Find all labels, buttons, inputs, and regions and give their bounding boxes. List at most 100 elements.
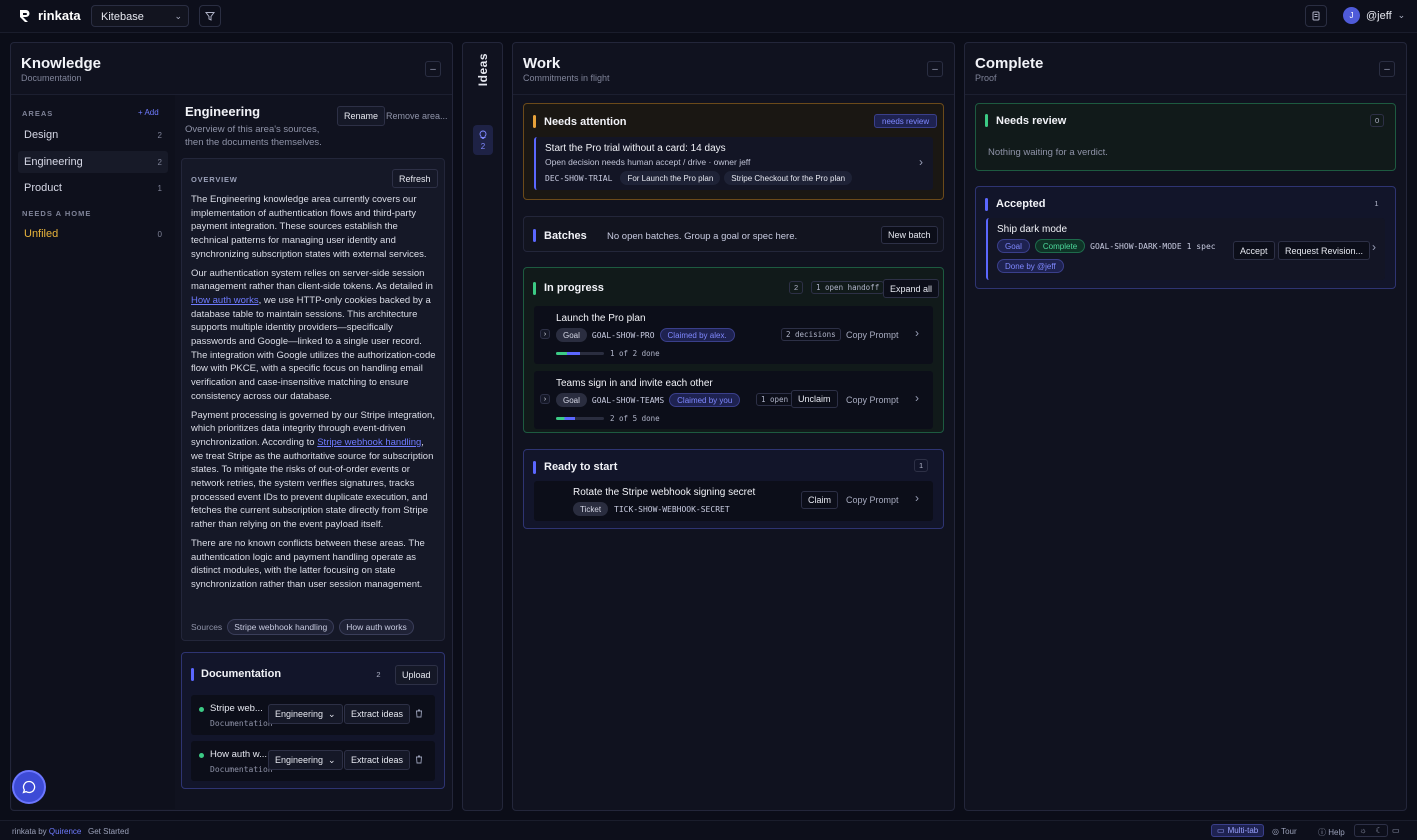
item-title: Teams sign in and invite each other <box>556 378 713 389</box>
ideas-strip[interactable]: Ideas 2 <box>462 42 503 811</box>
area-count: 2 <box>157 130 162 140</box>
chevron-down-icon: ⌄ <box>1397 10 1406 20</box>
panel-subtitle: Documentation <box>21 73 82 83</box>
app-logo[interactable]: rinkata <box>19 8 81 23</box>
expand-toggle[interactable]: › <box>540 329 550 339</box>
minus-icon: – <box>1384 63 1390 75</box>
item-title: Start the Pro trial without a card: 14 d… <box>545 143 726 154</box>
link-stripe-webhook-handling[interactable]: Stripe webhook handling <box>317 437 421 448</box>
chat-button[interactable] <box>12 770 46 804</box>
section-accent <box>533 282 536 295</box>
decision-code: DEC-SHOW-TRIAL <box>545 173 613 183</box>
feedback-icon[interactable]: ▭ <box>1392 826 1400 835</box>
select-value: Engineering <box>275 709 324 719</box>
goal-item[interactable]: › Launch the Pro plan Goal GOAL-SHOW-PRO… <box>534 306 933 364</box>
tour-label: Tour <box>1281 827 1297 836</box>
upload-button[interactable]: Upload <box>395 665 438 685</box>
collapse-button[interactable]: – <box>425 61 441 77</box>
tour-button[interactable]: ◎ Tour <box>1272 827 1297 836</box>
batches-card: Batches No open batches. Group a goal or… <box>523 216 944 252</box>
ticket-code: TICK-SHOW-WEBHOOK-SECRET <box>614 504 730 514</box>
minus-icon: – <box>932 63 938 75</box>
collapse-button[interactable]: – <box>927 61 943 77</box>
in-progress-count: 2 <box>789 281 804 294</box>
goal-code: GOAL-SHOW-PRO <box>591 330 655 340</box>
needs-attention-card: Needs attention needs review Start the P… <box>523 103 944 200</box>
item-title: Rotate the Stripe webhook signing secret <box>573 487 756 498</box>
request-revision-button[interactable]: Request Revision... <box>1278 241 1371 260</box>
accepted-item[interactable]: Ship dark mode Goal Complete GOAL-SHOW-D… <box>986 218 1385 280</box>
trash-icon[interactable] <box>415 755 423 764</box>
unclaim-button[interactable]: Unclaim <box>791 390 838 408</box>
goal-item[interactable]: › Teams sign in and invite each other Go… <box>534 371 933 429</box>
tag-chip[interactable]: For Launch the Pro plan <box>620 171 721 185</box>
area-item-product[interactable]: Product 1 <box>18 177 168 199</box>
panel-title: Work <box>523 55 561 72</box>
area-count: 0 <box>157 229 162 239</box>
get-started-link[interactable]: Get Started <box>88 827 129 836</box>
area-label: Engineering <box>24 156 83 168</box>
add-area-link[interactable]: + Add <box>138 108 159 117</box>
footer: rinkata by Quirence Get Started ▭ Multi-t… <box>0 820 1417 840</box>
expand-all-button[interactable]: Expand all <box>883 279 940 298</box>
document-name: Stripe web... <box>210 703 263 714</box>
rename-button[interactable]: Rename <box>337 106 386 126</box>
ready-to-start-card: Ready to start 1 Rotate the Stripe webho… <box>523 449 944 529</box>
notes-button[interactable] <box>1305 5 1327 27</box>
document-row[interactable]: How auth w... Documentation Engineering ⌄… <box>191 741 435 781</box>
new-batch-button[interactable]: New batch <box>881 226 938 244</box>
extract-ideas-button[interactable]: Extract ideas <box>344 704 411 724</box>
section-accent <box>533 229 536 242</box>
chevron-right-icon: › <box>1372 240 1376 254</box>
type-badge: Ticket <box>573 502 609 516</box>
decision-item[interactable]: Start the Pro trial without a card: 14 d… <box>534 137 933 190</box>
item-tags: Goal GOAL-SHOW-TEAMS Claimed by you <box>556 393 741 407</box>
area-select[interactable]: Engineering ⌄ <box>268 704 343 724</box>
tag-chip[interactable]: Stripe Checkout for the Pro plan <box>724 171 853 185</box>
trash-icon[interactable] <box>415 709 423 718</box>
copy-prompt-button[interactable]: Copy Prompt <box>846 330 899 340</box>
copy-prompt-button[interactable]: Copy Prompt <box>846 495 899 505</box>
help-button[interactable]: ⓘ Help <box>1318 827 1345 838</box>
remove-area-button[interactable]: Remove area... <box>386 111 448 121</box>
source-chip[interactable]: How auth works <box>339 619 414 635</box>
progress-fill <box>556 417 576 420</box>
collapse-button[interactable]: – <box>1379 61 1395 77</box>
needs-review-badge: needs review <box>874 114 938 128</box>
theme-toggle[interactable]: ☼ ☾ <box>1354 824 1388 837</box>
link-how-auth-works[interactable]: How auth works <box>191 295 259 306</box>
chevron-down-icon: ⌄ <box>328 708 336 719</box>
area-item-design[interactable]: Design 2 <box>18 124 168 146</box>
workspace-select[interactable]: Kitebase ⌄ <box>91 5 189 27</box>
area-select[interactable]: Engineering ⌄ <box>268 750 343 770</box>
app-name: rinkata <box>38 8 81 23</box>
item-tags: Goal Complete GOAL-SHOW-DARK-MODE 1 spec <box>997 239 1216 253</box>
moon-icon[interactable]: ☾ <box>1375 826 1382 835</box>
copy-prompt-button[interactable]: Copy Prompt <box>846 395 899 405</box>
multitab-label: Multi-tab <box>1227 826 1259 835</box>
select-value: Engineering <box>275 755 324 765</box>
batches-empty-text: No open batches. Group a goal or spec he… <box>607 231 798 242</box>
filter-button[interactable] <box>199 5 221 27</box>
complete-badge: Complete <box>1034 239 1086 253</box>
ideas-label: Ideas <box>476 53 490 87</box>
top-bar: rinkata Kitebase ⌄ J @jeff ⌄ <box>0 0 1417 33</box>
accept-button[interactable]: Accept <box>1233 241 1275 260</box>
refresh-button[interactable]: Refresh <box>392 169 438 188</box>
user-menu[interactable]: J @jeff ⌄ <box>1343 7 1405 24</box>
area-item-unfiled[interactable]: Unfiled 0 <box>18 223 168 245</box>
ideas-badge[interactable]: 2 <box>473 125 493 155</box>
claim-button[interactable]: Claim <box>801 491 839 509</box>
brand-link[interactable]: Quirence <box>49 827 81 836</box>
source-chip[interactable]: Stripe webhook handling <box>227 619 335 635</box>
section-accent <box>533 115 536 128</box>
expand-toggle[interactable]: › <box>540 394 550 404</box>
multitab-button[interactable]: ▭ Multi-tab <box>1211 824 1265 837</box>
sun-icon[interactable]: ☼ <box>1359 826 1366 835</box>
divider <box>965 94 1406 95</box>
area-item-engineering[interactable]: Engineering 2 <box>18 151 168 173</box>
document-row[interactable]: Stripe web... Documentation Engineering ⌄… <box>191 695 435 735</box>
extract-ideas-button[interactable]: Extract ideas <box>344 750 411 770</box>
ticket-item[interactable]: Rotate the Stripe webhook signing secret… <box>534 481 933 521</box>
panel-title: Complete <box>975 55 1044 72</box>
